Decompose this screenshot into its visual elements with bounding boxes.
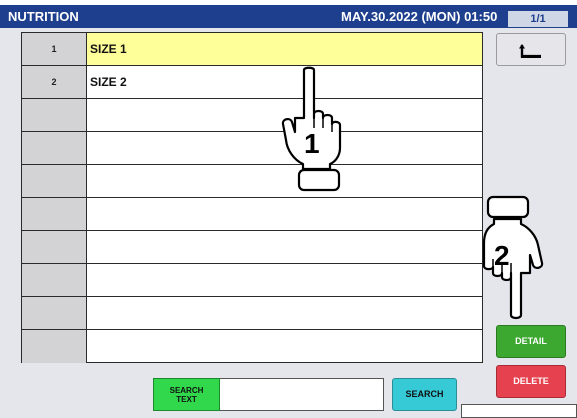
status-box [461, 404, 577, 418]
step-2-label: 2 [494, 240, 510, 271]
nutrition-screen: NUTRITION MAY.30.2022 (MON) 01:50 1/1 1 … [0, 0, 577, 418]
list-item[interactable] [22, 165, 482, 198]
list-item[interactable] [22, 297, 482, 330]
pointing-hand-icon: 1 [281, 66, 342, 192]
list-item[interactable] [22, 264, 482, 297]
back-arrow-icon [519, 44, 541, 58]
search-text-button[interactable]: SEARCH TEXT [153, 378, 220, 411]
row-number [22, 165, 87, 197]
row-number [22, 297, 87, 329]
delete-button[interactable]: DELETE [496, 365, 566, 398]
list-item[interactable]: 2 SIZE 2 [22, 66, 482, 99]
row-label [87, 297, 482, 329]
row-label: SIZE 1 [87, 33, 482, 65]
row-label [87, 231, 482, 263]
datetime-display: MAY.30.2022 (MON) 01:50 [341, 9, 498, 24]
list-item[interactable] [22, 231, 482, 264]
header-bar: NUTRITION MAY.30.2022 (MON) 01:50 1/1 [0, 5, 577, 28]
row-number: 2 [22, 66, 87, 98]
row-number [22, 99, 87, 131]
list-item[interactable] [22, 330, 482, 363]
search-text-line2: TEXT [176, 394, 197, 404]
search-input[interactable] [220, 378, 384, 411]
row-label [87, 198, 482, 230]
detail-button[interactable]: DETAIL [496, 325, 566, 358]
page-indicator: 1/1 [508, 11, 568, 27]
list-item[interactable]: 1 SIZE 1 [22, 33, 482, 66]
row-number [22, 231, 87, 263]
search-button[interactable]: SEARCH [392, 378, 457, 411]
row-label [87, 264, 482, 296]
back-button[interactable] [496, 33, 566, 66]
step-1-label: 1 [304, 128, 320, 159]
row-number [22, 198, 87, 230]
row-number [22, 330, 87, 363]
size-list: 1 SIZE 1 2 SIZE 2 [21, 32, 483, 363]
row-number [22, 264, 87, 296]
page-title: NUTRITION [8, 9, 79, 24]
search-text-line1: SEARCH [169, 385, 204, 395]
row-number [22, 132, 87, 164]
pointing-hand-icon: 2 [482, 195, 544, 320]
list-item[interactable] [22, 198, 482, 231]
list-item[interactable] [22, 99, 482, 132]
list-item[interactable] [22, 132, 482, 165]
row-number: 1 [22, 33, 87, 65]
row-label [87, 330, 482, 363]
